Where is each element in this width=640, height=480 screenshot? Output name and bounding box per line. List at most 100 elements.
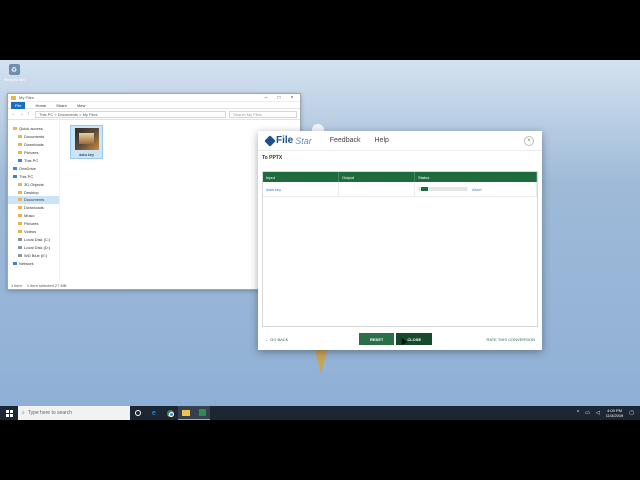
nav-item[interactable]: Downloads [8, 204, 59, 212]
close-icon[interactable]: × [287, 95, 297, 101]
wallpaper-cone [315, 350, 327, 374]
nav-item[interactable]: Videos [8, 228, 59, 236]
column-output: Output [339, 172, 415, 182]
nav-item[interactable]: Local Disk (D:) [8, 243, 59, 251]
status-selection: 1 item selected 27 MB [26, 282, 67, 288]
folder-icon [18, 182, 22, 186]
ribbon-tab-share[interactable]: Share [56, 103, 67, 108]
clock-date: 11/3/2019 [605, 413, 624, 418]
explorer-titlebar[interactable]: My Files – □ × [8, 94, 300, 102]
drive-icon [18, 245, 22, 249]
network-icon[interactable]: ▭ [585, 410, 590, 416]
ribbon-tab-view[interactable]: View [77, 103, 86, 108]
progress-fill [421, 187, 430, 191]
notification-icon[interactable]: ▢ [629, 410, 634, 416]
address-bar[interactable]: This PC > Documents > My Files [35, 110, 226, 118]
nav-help[interactable]: Help [375, 137, 389, 144]
nav-item[interactable]: OneDrive [8, 164, 59, 172]
ribbon-tab-home[interactable]: Home [35, 103, 46, 108]
taskbar-edge[interactable]: e [146, 406, 162, 420]
chrome-icon [166, 409, 174, 417]
column-input: Input [263, 172, 339, 182]
nav-item-label: Documents [24, 197, 45, 203]
ribbon-tab-file[interactable]: File [11, 101, 26, 109]
folder-icon [18, 198, 22, 202]
folder-icon [18, 214, 22, 218]
nav-item-label: Downloads [24, 142, 44, 148]
nav-item[interactable]: WD Blue (E:) [8, 251, 59, 259]
nav-item-label: Documents [24, 134, 45, 140]
nav-item[interactable]: Network [8, 259, 59, 267]
rate-conversion-link[interactable]: RATE THIS CONVERSION [486, 337, 535, 342]
abort-link[interactable]: Abort [472, 187, 482, 192]
windows-logo-icon [5, 409, 13, 417]
brand-sub: Star [295, 135, 312, 146]
taskbar-chrome[interactable] [162, 406, 178, 420]
back-arrow-icon[interactable]: ← [11, 111, 16, 117]
star-icon [264, 134, 276, 147]
folder-icon [182, 409, 190, 416]
column-status: Status [415, 172, 537, 182]
filestar-dialog[interactable]: File Star Feedback Help × To PPTX Input O… [258, 131, 542, 350]
taskbar-search-box[interactable]: ⌕ Type here to search [18, 406, 130, 420]
nav-item[interactable]: Documents [8, 196, 59, 204]
start-button[interactable] [0, 409, 18, 417]
nav-item[interactable]: Pictures [8, 220, 59, 228]
clock[interactable]: 4:00 PM 11/3/2019 [606, 408, 624, 418]
folder-icon [18, 159, 22, 162]
explorer-address-row: ← → ↑ This PC > Documents > My Files Sea… [8, 109, 300, 120]
volume-icon[interactable]: ◁ [596, 410, 600, 416]
maximize-icon[interactable]: □ [274, 95, 284, 101]
conversion-table: Input Output Status data.key Abort [262, 171, 538, 327]
nav-item-label: Network [19, 260, 34, 266]
nav-item[interactable]: Documents [8, 133, 59, 141]
nav-item[interactable]: 3D Objects [8, 180, 59, 188]
explorer-body: Quick access Documents Downloads Pictures Th… [8, 121, 300, 281]
nav-item[interactable]: This PC [8, 157, 59, 165]
forward-arrow-icon[interactable]: → [19, 111, 24, 117]
folder-icon [18, 190, 22, 194]
tray-chevron-icon[interactable]: ^ [577, 410, 579, 416]
folder-icon [13, 261, 17, 265]
nav-item[interactable]: This PC [8, 172, 59, 180]
nav-item-label: Videos [24, 229, 37, 235]
up-arrow-icon[interactable]: ↑ [27, 111, 32, 117]
input-file-link[interactable]: data.key [266, 187, 281, 192]
desktop-icon-recycle-bin[interactable]: ♻ Recycle Bin [4, 64, 25, 82]
status-item-count: 1 item [11, 282, 22, 288]
taskbar-file-explorer[interactable] [178, 406, 194, 420]
nav-item-label: Music [24, 213, 35, 219]
search-icon: ⌕ [22, 410, 25, 416]
reset-button[interactable]: RESET [359, 333, 395, 345]
keynote-file-icon [74, 128, 99, 150]
explorer-status-bar: 1 item 1 item selected 27 MB [8, 281, 300, 289]
nav-item[interactable]: Desktop [8, 188, 59, 196]
nav-item[interactable]: Pictures [8, 149, 59, 157]
task-view-button[interactable] [130, 406, 146, 420]
minimize-icon[interactable]: – [261, 95, 271, 101]
explorer-search-input[interactable]: Search My Files [229, 110, 297, 118]
nav-item[interactable]: Music [8, 212, 59, 220]
drive-icon [18, 253, 22, 257]
file-name: data.key [78, 152, 95, 157]
folder-icon [11, 95, 16, 100]
nav-feedback[interactable]: Feedback [330, 137, 361, 144]
explorer-ribbon: File Home Share View [8, 101, 300, 109]
nav-item[interactable]: Downloads [8, 141, 59, 149]
table-header: Input Output Status [263, 172, 537, 182]
nav-item-label: Downloads [24, 205, 44, 211]
navigation-pane: Quick access Documents Downloads Pictures Th… [8, 121, 60, 281]
dialog-header: File Star Feedback Help × [258, 131, 542, 151]
nav-item[interactable]: Local Disk (C:) [8, 235, 59, 243]
nav-item[interactable]: Quick access [8, 125, 59, 133]
file-item-data-key[interactable]: data.key [70, 125, 103, 159]
nav-item-label: Pictures [24, 150, 39, 156]
task-view-icon [135, 410, 141, 416]
desktop: ♻ Recycle Bin My Files – □ × File Home S… [0, 60, 640, 406]
dialog-close-icon[interactable]: × [524, 135, 534, 146]
go-back-link[interactable]: ← GO BACK [265, 337, 359, 342]
file-explorer-window[interactable]: My Files – □ × File Home Share View ← → … [7, 93, 301, 290]
nav-item-label: WD Blue (E:) [24, 252, 48, 258]
nav-item-label: Quick access [19, 126, 43, 132]
taskbar-filestar[interactable] [194, 406, 210, 420]
